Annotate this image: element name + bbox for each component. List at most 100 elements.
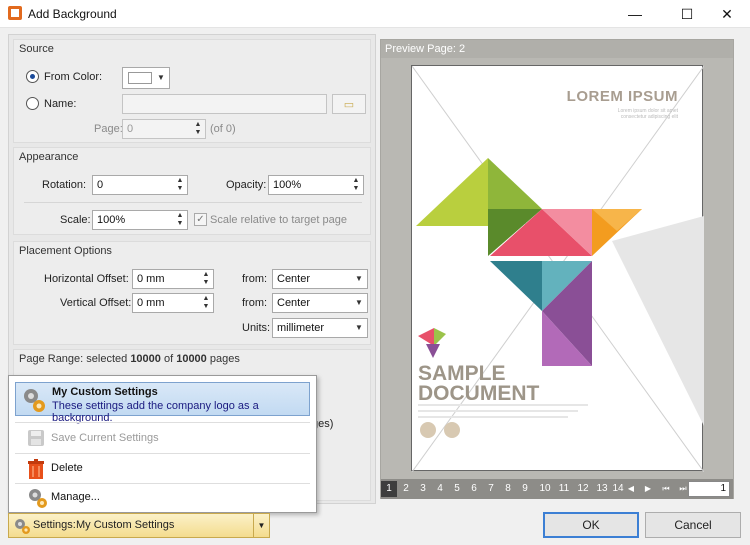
- page-button[interactable]: 2: [398, 481, 414, 497]
- v-offset-value: 0 mm: [137, 297, 165, 309]
- spinner-icon[interactable]: ▲ ▼: [351, 177, 361, 193]
- menu-divider: [15, 483, 310, 484]
- page-number-input[interactable]: 1: [688, 481, 730, 497]
- menu-item-label: Save Current Settings: [51, 432, 159, 444]
- title-bar: Add Background — ☐ ✕: [0, 0, 750, 28]
- chevron-down-icon[interactable]: ▼: [253, 514, 269, 537]
- page-of-label: (of 0): [210, 123, 236, 135]
- scale-input[interactable]: 100% ▲ ▼: [92, 210, 188, 230]
- scale-relative-checkbox[interactable]: ✓: [194, 213, 207, 226]
- menu-divider: [15, 453, 310, 454]
- units-select[interactable]: millimeter ▼: [272, 318, 368, 338]
- v-offset-label: Vertical Offset:: [60, 297, 132, 309]
- placement-section: Placement Options Horizontal Offset: 0 m…: [13, 241, 371, 345]
- settings-label: Settings:: [33, 519, 76, 531]
- minimize-button[interactable]: —: [612, 0, 658, 28]
- page-button[interactable]: 14: [612, 481, 624, 497]
- menu-item-label: Manage...: [51, 491, 100, 503]
- preview-artwork: [412, 66, 704, 472]
- page-button[interactable]: 13: [593, 481, 611, 497]
- preview-title: Preview Page: 2: [381, 40, 733, 58]
- v-from-label: from:: [242, 297, 268, 309]
- next-page-icon[interactable]: ▶: [643, 481, 653, 497]
- page-button[interactable]: 6: [466, 481, 482, 497]
- page-range-middle: of: [160, 353, 177, 365]
- page-button[interactable]: 8: [500, 481, 516, 497]
- rotation-input[interactable]: 0 ▲ ▼: [92, 175, 188, 195]
- page-button[interactable]: 10: [536, 481, 554, 497]
- page-button[interactable]: 9: [517, 481, 533, 497]
- gears-icon: [29, 489, 47, 508]
- menu-item-delete[interactable]: Delete: [15, 455, 310, 483]
- name-input[interactable]: [122, 94, 327, 114]
- page-range-suffix: pages: [206, 353, 240, 365]
- v-offset-input[interactable]: 0 mm ▲ ▼: [132, 293, 214, 313]
- prev-page-icon[interactable]: ◀: [626, 481, 636, 497]
- name-radio[interactable]: [26, 97, 39, 110]
- page-button[interactable]: 1: [381, 481, 397, 497]
- page-button[interactable]: 11: [555, 481, 573, 497]
- preview-panel: Preview Page: 2 LOREM IPSUM Lorem ipsum …: [380, 39, 734, 499]
- spinner-icon[interactable]: ▲ ▼: [201, 295, 211, 311]
- opacity-value: 100%: [273, 179, 302, 191]
- spinner-icon[interactable]: ▲ ▼: [201, 271, 211, 287]
- menu-item-save-current-settings[interactable]: Save Current Settings: [15, 425, 310, 453]
- source-title: Source: [19, 43, 54, 55]
- units-label: Units:: [242, 322, 271, 334]
- close-button[interactable]: ✕: [704, 0, 750, 28]
- spinner-icon[interactable]: ▲ ▼: [193, 121, 203, 137]
- page-button[interactable]: 3: [415, 481, 431, 497]
- page-value: 0: [127, 123, 134, 135]
- cancel-button[interactable]: Cancel: [645, 512, 741, 538]
- app-icon: [8, 6, 22, 20]
- save-icon: [28, 430, 44, 446]
- appearance-section: Appearance Rotation: 0 ▲ ▼ Opacity: 100% …: [13, 147, 371, 235]
- chevron-down-icon: ▼: [355, 274, 363, 283]
- settings-dropdown[interactable]: Settings: My Custom Settings ▼: [8, 513, 270, 538]
- menu-item-manage[interactable]: Manage...: [15, 485, 310, 511]
- appearance-title: Appearance: [19, 151, 79, 163]
- ok-button[interactable]: OK: [543, 512, 639, 538]
- h-from-label: from:: [242, 273, 268, 285]
- chevron-down-icon: ▼: [355, 298, 363, 307]
- page-range-prefix: Page Range: selected: [19, 353, 131, 365]
- h-from-value: Center: [277, 273, 311, 285]
- spinner-icon[interactable]: ▲ ▼: [175, 212, 185, 228]
- opacity-input[interactable]: 100% ▲ ▼: [268, 175, 364, 195]
- source-section: Source From Color: ▼ Name: ▭ Page: 0 ▲ ▼ …: [13, 39, 371, 143]
- doc-title-1: SAMPLE: [418, 362, 506, 385]
- doc-title-2: DOCUMENT: [418, 382, 540, 405]
- from-color-radio[interactable]: [26, 70, 39, 83]
- color-swatch: [128, 72, 152, 84]
- opacity-label: Opacity:: [226, 179, 267, 191]
- menu-item-subtitle: These settings add the company logo as a…: [52, 400, 259, 424]
- spinner-icon[interactable]: ▲ ▼: [175, 177, 185, 193]
- v-from-select[interactable]: Center ▼: [272, 293, 368, 313]
- color-picker[interactable]: ▼: [122, 67, 170, 89]
- first-page-icon[interactable]: ⏮: [660, 481, 672, 497]
- page-button[interactable]: 12: [574, 481, 592, 497]
- folder-icon[interactable]: ▭: [332, 94, 366, 114]
- scale-label: Scale:: [60, 214, 91, 226]
- page-input[interactable]: 0 ▲ ▼: [122, 119, 206, 139]
- menu-item-title: My Custom Settings: [52, 386, 158, 398]
- h-offset-input[interactable]: 0 mm ▲ ▼: [132, 269, 214, 289]
- page-button[interactable]: 5: [449, 481, 465, 497]
- divider: [24, 202, 362, 203]
- page-button[interactable]: 4: [432, 481, 448, 497]
- h-offset-value: 0 mm: [137, 273, 165, 285]
- menu-item-my-custom-settings[interactable]: My Custom Settings These settings add th…: [15, 382, 310, 424]
- scale-value: 100%: [97, 214, 126, 226]
- chevron-down-icon: ▼: [355, 323, 363, 332]
- doc-sub2: consectetur adipiscing elit: [620, 114, 678, 120]
- page-range-selected: 10000: [130, 353, 161, 365]
- v-from-value: Center: [277, 297, 311, 309]
- h-from-select[interactable]: Center ▼: [272, 269, 368, 289]
- doc-heading: LOREM IPSUM: [566, 88, 678, 105]
- settings-menu: My Custom Settings These settings add th…: [8, 375, 317, 513]
- scale-relative-label: Scale relative to target page: [210, 214, 347, 226]
- window-title: Add Background: [28, 7, 117, 21]
- rotation-label: Rotation:: [42, 179, 87, 191]
- from-color-label: From Color:: [44, 71, 103, 83]
- page-button[interactable]: 7: [483, 481, 499, 497]
